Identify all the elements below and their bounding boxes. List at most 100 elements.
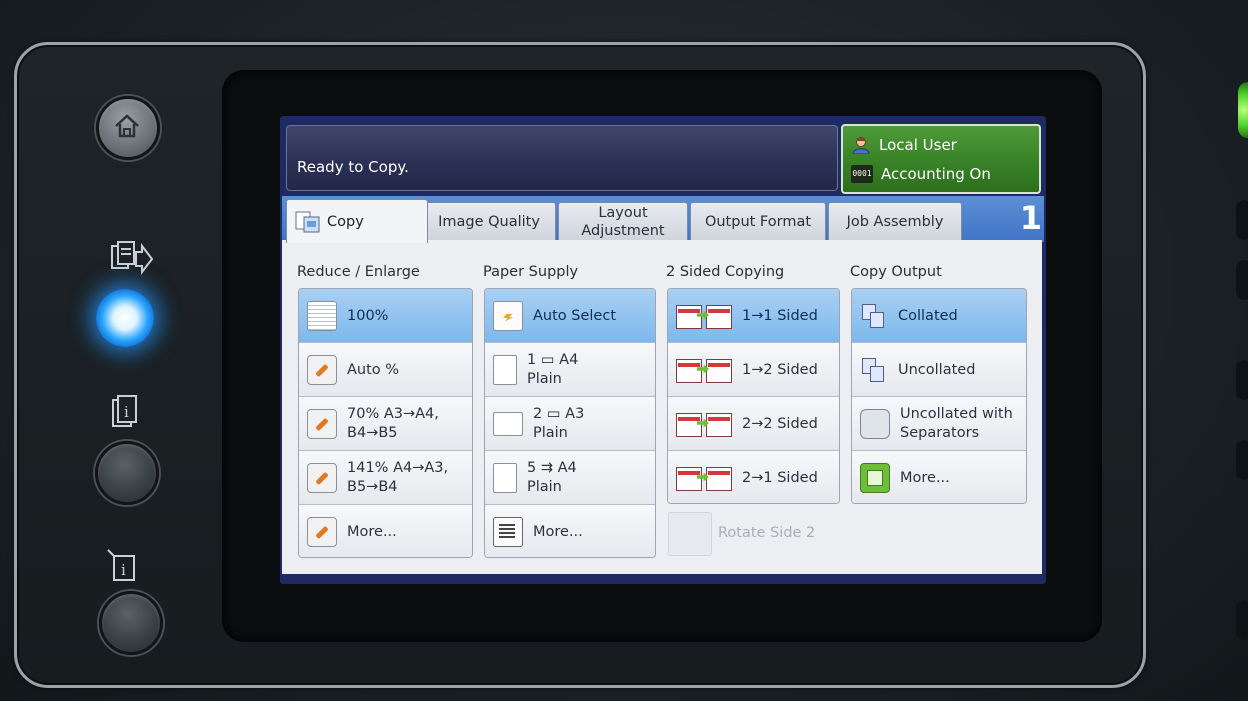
job-status-icon: i — [107, 549, 135, 581]
machine-status-button[interactable] — [95, 441, 159, 505]
option-label: Auto Select — [533, 307, 617, 324]
two-sided-group: 1→1 Sided 1→2 Sided 2→2 Sided 2→1 Sided — [667, 288, 840, 504]
more-output-icon — [860, 462, 890, 493]
option-label: Uncollated — [898, 361, 976, 378]
portrait-paper-icon — [493, 354, 517, 385]
reduce-enlarge-title: Reduce / Enlarge — [297, 264, 420, 280]
counter-icon: 0001 — [851, 165, 873, 183]
option-label: 2 ▭ A3 — [533, 405, 585, 422]
option-label: More... — [900, 469, 950, 486]
copy-tab-content: Reduce / Enlarge 100% Auto % 70% A3→A4, B… — [282, 240, 1042, 574]
page-number: 1 — [1019, 199, 1042, 237]
message-area: Ready to Copy. — [286, 125, 838, 191]
option-label: 100% — [347, 307, 389, 324]
portrait-paper-icon — [493, 462, 517, 493]
services-button-led[interactable] — [96, 289, 154, 347]
list-icon — [493, 516, 523, 547]
option-sublabel: Plain — [533, 424, 568, 441]
reduce-70-button[interactable]: 70% A3→A4, B4→B5 — [299, 397, 472, 451]
services-icon — [111, 241, 154, 275]
option-label: More... — [347, 523, 397, 540]
option-label: More... — [533, 523, 583, 540]
enlarge-141-button[interactable]: 141% A4→A3, B5→B4 — [299, 451, 472, 505]
right-button-edge — [1236, 260, 1248, 300]
option-sublabel: B4→B5 — [347, 424, 398, 441]
tab-label: Image Quality — [438, 214, 540, 230]
duplex-icon — [676, 357, 732, 383]
tab-layout-adjustment[interactable]: Layout Adjustment — [558, 202, 688, 241]
printer-control-panel: i i Ready to Copy. Local User 0001 Accou… — [0, 0, 1248, 701]
right-button-edge — [1236, 440, 1248, 480]
tab-label: Output Format — [704, 214, 812, 230]
rotate-side-2-checkbox[interactable] — [668, 512, 712, 556]
reduce-icon — [307, 408, 337, 439]
tray-2-button[interactable]: 2 ▭ A3 Plain — [485, 397, 655, 451]
uncollated-button[interactable]: Uncollated — [852, 343, 1026, 397]
separators-icon — [860, 408, 890, 439]
reduce-auto-button[interactable]: Auto % — [299, 343, 472, 397]
more-icon — [307, 516, 337, 547]
reduce-more-button[interactable]: More... — [299, 505, 472, 557]
reduce-enlarge-group: 100% Auto % 70% A3→A4, B4→B5 141% A4→A3, B… — [298, 288, 473, 558]
option-label: Uncollated with — [900, 405, 1013, 422]
option-sublabel: Separators — [900, 424, 980, 441]
copy-output-group: Collated Uncollated Uncollated with Separ… — [851, 288, 1027, 504]
right-button-edge — [1236, 600, 1248, 640]
user-name: Local User — [879, 136, 957, 154]
one-to-one-sided-button[interactable]: 1→1 Sided — [668, 289, 839, 343]
paper-supply-group: Auto Select 1 ▭ A4 Plain 2 ▭ A3 Plain 5 ⇉ … — [484, 288, 656, 558]
option-sublabel: B5→B4 — [347, 478, 398, 495]
option-sublabel: Plain — [527, 478, 562, 495]
home-icon — [115, 114, 139, 138]
collated-button[interactable]: Collated — [852, 289, 1026, 343]
two-to-one-sided-button[interactable]: 2→1 Sided — [668, 451, 839, 503]
two-to-two-sided-button[interactable]: 2→2 Sided — [668, 397, 839, 451]
tab-output-format[interactable]: Output Format — [690, 202, 826, 241]
paper-more-button[interactable]: More... — [485, 505, 655, 557]
auto-percent-icon — [307, 354, 337, 385]
home-button[interactable] — [96, 96, 160, 160]
svg-text:i: i — [121, 561, 126, 579]
duplex-icon — [676, 465, 732, 491]
original-size-icon — [307, 300, 337, 331]
power-led — [1238, 82, 1248, 138]
right-button-edge — [1236, 200, 1248, 240]
user-icon — [851, 136, 871, 155]
tab-label: Job Assembly — [846, 214, 944, 230]
tab-job-assembly[interactable]: Job Assembly — [828, 202, 962, 241]
tray-1-button[interactable]: 1 ▭ A4 Plain — [485, 343, 655, 397]
uncollated-icon — [860, 356, 888, 384]
option-label: 5 ⇉ A4 — [527, 459, 577, 476]
copy-icon — [295, 210, 321, 234]
duplex-icon — [676, 411, 732, 437]
two-sided-title: 2 Sided Copying — [666, 264, 785, 280]
paper-auto-select-button[interactable]: Auto Select — [485, 289, 655, 343]
tab-image-quality[interactable]: Image Quality — [422, 202, 556, 241]
option-label: 2→2 Sided — [742, 415, 818, 432]
option-label: Collated — [898, 307, 958, 324]
copy-output-title: Copy Output — [850, 264, 942, 280]
one-to-two-sided-button[interactable]: 1→2 Sided — [668, 343, 839, 397]
status-message: Ready to Copy. — [297, 158, 409, 176]
option-label: 70% A3→A4, — [347, 405, 439, 422]
paper-supply-title: Paper Supply — [483, 264, 579, 280]
uncollated-separators-button[interactable]: Uncollated with Separators — [852, 397, 1026, 451]
tab-copy[interactable]: Copy — [286, 199, 428, 243]
tab-copy-label: Copy — [327, 213, 364, 230]
job-status-button[interactable] — [99, 591, 163, 655]
svg-text:i: i — [124, 403, 129, 421]
machine-status-icon: i — [112, 395, 137, 427]
tab-label: Layout Adjustment — [581, 205, 665, 239]
duplex-icon — [676, 303, 732, 329]
copy-output-more-button[interactable]: More... — [852, 451, 1026, 503]
option-label: 2→1 Sided — [742, 469, 818, 486]
landscape-paper-icon — [493, 411, 523, 436]
tab-bar: Copy Image Quality Layout Adjustment Out… — [282, 196, 1044, 243]
login-status-button[interactable]: Local User 0001 Accounting On — [841, 124, 1041, 194]
option-label: 1 ▭ A4 — [527, 351, 579, 368]
right-button-edge — [1236, 360, 1248, 400]
tray-5-button[interactable]: 5 ⇉ A4 Plain — [485, 451, 655, 505]
accounting-status: Accounting On — [881, 165, 991, 183]
enlarge-icon — [307, 462, 337, 493]
reduce-100-button[interactable]: 100% — [299, 289, 472, 343]
